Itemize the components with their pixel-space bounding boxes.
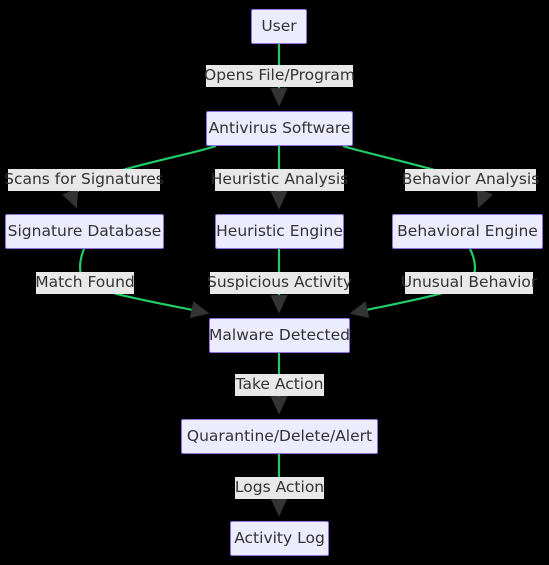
edge-label-suspicious-activity: Suspicious Activity [207, 272, 352, 294]
node-user[interactable]: User [251, 9, 307, 44]
edge-label-match-found-text: Match Found [35, 273, 135, 292]
node-antivirus[interactable]: Antivirus Software [206, 111, 353, 146]
edge-label-behavior-analysis-text: Behavior Analysis [401, 170, 540, 189]
node-quarantine[interactable]: Quarantine/Delete/Alert [181, 419, 378, 454]
edge-label-match-found: Match Found [35, 272, 135, 294]
node-quarantine-label: Quarantine/Delete/Alert [186, 426, 373, 445]
node-sigdb-label: Signature Database [7, 221, 162, 240]
edge-label-opens-file: Opens File/Program [204, 65, 355, 87]
edge-label-behavior-analysis: Behavior Analysis [402, 169, 539, 191]
edge-label-take-action: Take Action [235, 374, 324, 396]
flowchart-diagram: User Antivirus Software Signature Database… [0, 0, 549, 565]
node-heuristic-label: Heuristic Engine [216, 221, 343, 240]
edge-label-scans-signatures: Scans for Signatures [4, 169, 164, 191]
node-activitylog-label: Activity Log [234, 528, 325, 547]
node-behavioral-label: Behavioral Engine [397, 221, 538, 240]
edge-label-suspicious-activity-text: Suspicious Activity [207, 273, 352, 292]
node-malware-label: Malware Detected [209, 325, 350, 344]
edge-label-unusual-behavior: Unusual Behavior [401, 272, 537, 294]
node-user-label: User [261, 16, 297, 35]
node-activitylog[interactable]: Activity Log [230, 521, 329, 556]
node-sigdb[interactable]: Signature Database [5, 214, 164, 249]
node-malware[interactable]: Malware Detected [209, 318, 350, 353]
edge-label-logs-action-text: Logs Action [234, 478, 325, 497]
node-behavioral[interactable]: Behavioral Engine [392, 214, 543, 249]
edge-label-scans-signatures-text: Scans for Signatures [4, 170, 164, 189]
edge-label-take-action-text: Take Action [235, 375, 324, 394]
edge-label-opens-file-text: Opens File/Program [204, 66, 355, 85]
edge-label-heuristic-analysis: Heuristic Analysis [211, 169, 348, 191]
edge-label-logs-action: Logs Action [235, 477, 324, 499]
edge-label-heuristic-analysis-text: Heuristic Analysis [210, 170, 349, 189]
node-antivirus-label: Antivirus Software [208, 118, 351, 137]
node-heuristic[interactable]: Heuristic Engine [215, 214, 344, 249]
edge-label-unusual-behavior-text: Unusual Behavior [400, 273, 538, 292]
